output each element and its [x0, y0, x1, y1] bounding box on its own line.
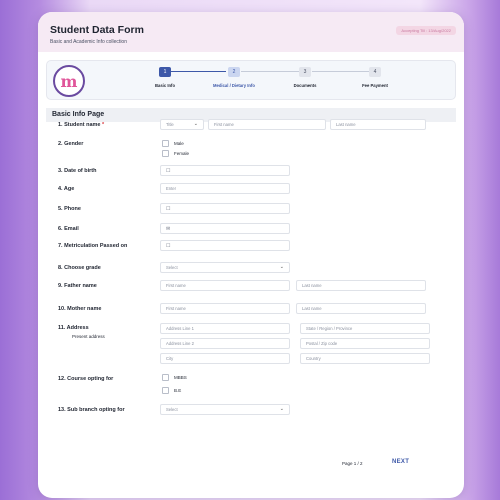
country-input[interactable]: Country: [300, 353, 430, 364]
father-first-name-input[interactable]: First name: [160, 280, 290, 291]
calendar-icon: ☐: [166, 168, 171, 174]
course-mbbs-label: MBBS: [174, 375, 187, 380]
gender-female-label: Female: [174, 151, 190, 156]
city-input[interactable]: City: [160, 353, 290, 364]
address-line1-input[interactable]: Address Line 1: [160, 323, 290, 334]
title-select-value: Title: [166, 122, 174, 127]
page-indicator: Page 1 / 2: [342, 461, 363, 466]
father-name-label: 9. Father name: [58, 283, 97, 289]
email-label: 6. Email: [58, 226, 79, 232]
age-label: 4. Age: [58, 186, 75, 192]
phone-input[interactable]: ☐: [160, 203, 290, 214]
phone-icon: ☐: [166, 206, 171, 212]
student-name-label: 1. Student name *: [58, 122, 104, 128]
postal-code-input[interactable]: Postal / Zip code: [300, 338, 430, 349]
matric-date-input[interactable]: ☐: [160, 240, 290, 251]
step-label: Fee Payment: [362, 83, 388, 88]
father-last-name-input[interactable]: Last name: [296, 280, 426, 291]
calendar-icon: ☐: [166, 243, 171, 249]
chevron-down-icon: ⌄: [279, 264, 284, 270]
sub-branch-select-value: Select: [166, 407, 178, 412]
step-label: Documents: [293, 83, 317, 88]
last-name-input[interactable]: Last name: [330, 119, 426, 130]
address-label: 11. Address Present address: [58, 325, 105, 339]
step-basic-info[interactable]: 1 Basic Info: [135, 67, 195, 88]
chevron-down-icon: ⌄: [279, 406, 284, 412]
course-label: 12. Course opting for: [58, 376, 114, 382]
required-marker: *: [102, 122, 105, 128]
first-name-input[interactable]: First name: [208, 119, 326, 130]
present-address-label: Present address: [72, 334, 105, 339]
state-input[interactable]: State / Region / Province: [300, 323, 430, 334]
form-card: Student Data Form Basic and Academic Inf…: [38, 12, 464, 498]
page-subtitle: Basic and Academic Info collection: [50, 39, 127, 45]
step-number: 1: [159, 67, 171, 77]
mother-name-label: 10. Mother name: [58, 306, 102, 312]
grade-select-value: Select: [166, 265, 178, 270]
step-number: 3: [299, 67, 311, 77]
form-header: Student Data Form Basic and Academic Inf…: [38, 12, 464, 52]
label-text: 1. Student name: [58, 122, 101, 128]
address-label-text: 11. Address: [58, 325, 89, 331]
mother-last-name-input[interactable]: Last name: [296, 303, 426, 314]
dob-label: 3. Date of birth: [58, 168, 97, 174]
stepper: m 1 Basic Info 2 Medical / Dietary Info …: [46, 60, 456, 100]
step-fee-payment[interactable]: 4 Fee Payment: [345, 67, 405, 88]
title-select[interactable]: Title ⌄: [160, 119, 204, 130]
email-icon: ✉: [166, 226, 171, 232]
sub-branch-label: 13. Sub branch opting for: [58, 407, 125, 413]
address-line2-input[interactable]: Address Line 2: [160, 338, 290, 349]
school-logo: m: [53, 65, 85, 97]
sub-branch-select[interactable]: Select ⌄: [160, 404, 290, 415]
course-mbbs-checkbox[interactable]: [162, 374, 169, 381]
course-be-checkbox[interactable]: [162, 387, 169, 394]
step-label: Medical / Dietary Info: [213, 83, 255, 88]
mother-first-name-input[interactable]: First name: [160, 303, 290, 314]
dob-input[interactable]: ☐: [160, 165, 290, 176]
deadline-badge: Accepting Till : 13/Aug/2022: [396, 26, 456, 35]
page-title: Student Data Form: [50, 24, 144, 36]
gender-male-checkbox[interactable]: [162, 140, 169, 147]
logo-letter: m: [60, 71, 78, 91]
email-input[interactable]: ✉: [160, 223, 290, 234]
gender-label: 2. Gender: [58, 141, 84, 147]
chevron-down-icon: ⌄: [193, 121, 198, 127]
step-documents[interactable]: 3 Documents: [275, 67, 335, 88]
step-number: 2: [228, 67, 240, 77]
matric-label: 7. Metriculation Passed on: [58, 243, 128, 249]
next-button[interactable]: NEXT: [392, 459, 409, 465]
age-input[interactable]: Enter: [160, 183, 290, 194]
course-be-label: B.E: [174, 388, 182, 393]
gender-female-checkbox[interactable]: [162, 150, 169, 157]
step-number: 4: [369, 67, 381, 77]
grade-select[interactable]: Select ⌄: [160, 262, 290, 273]
grade-label: 8. Choose grade: [58, 265, 101, 271]
gender-male-label: Male: [174, 141, 184, 146]
phone-label: 5. Phone: [58, 206, 81, 212]
step-medical-info[interactable]: 2 Medical / Dietary Info: [204, 67, 264, 88]
step-label: Basic Info: [154, 83, 175, 88]
